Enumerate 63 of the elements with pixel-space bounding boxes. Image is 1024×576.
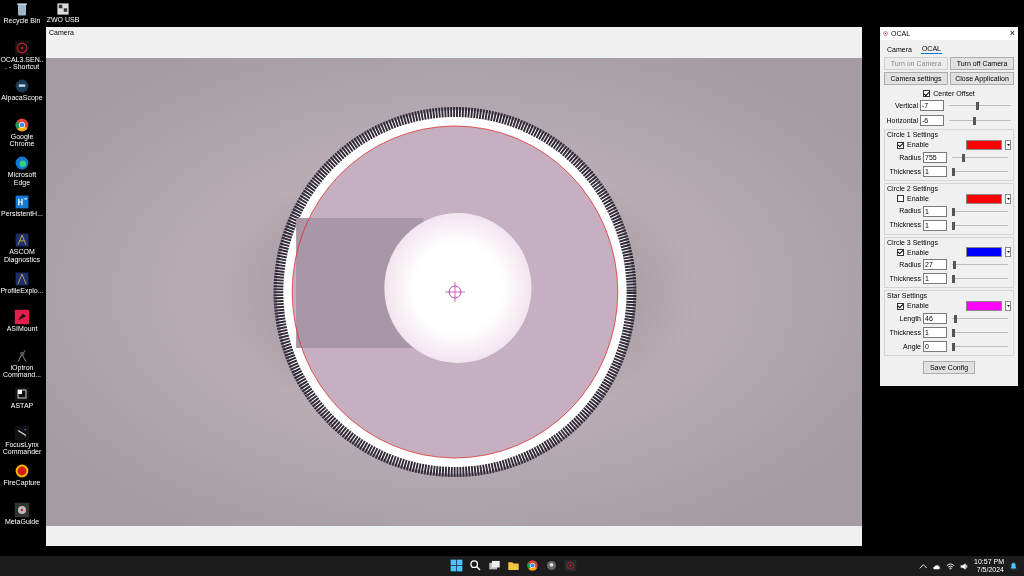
app-icon bbox=[56, 2, 70, 16]
slider-thumb[interactable] bbox=[952, 343, 956, 352]
color-swatch[interactable] bbox=[966, 247, 1002, 258]
slider-thumb[interactable] bbox=[952, 221, 956, 230]
slider-track[interactable] bbox=[952, 206, 1008, 216]
slider-thumb[interactable] bbox=[952, 168, 956, 177]
dropdown-button[interactable] bbox=[1005, 193, 1011, 204]
target-icon bbox=[883, 31, 888, 36]
edge-logo-icon bbox=[14, 155, 30, 171]
slider-thumb[interactable] bbox=[975, 102, 979, 111]
slider-track[interactable] bbox=[952, 342, 1008, 352]
trash-bin-icon bbox=[14, 1, 30, 17]
slider-track[interactable] bbox=[952, 220, 1008, 230]
app-icon[interactable] bbox=[545, 559, 558, 572]
slider-track[interactable] bbox=[949, 116, 1011, 126]
slider-thumb[interactable] bbox=[952, 329, 956, 338]
checkbox[interactable] bbox=[923, 90, 931, 98]
slider-track[interactable] bbox=[952, 260, 1008, 270]
compass-icon bbox=[14, 270, 30, 287]
checkbox[interactable] bbox=[897, 195, 904, 203]
chrome-logo-icon[interactable] bbox=[526, 559, 539, 572]
app-icon bbox=[14, 386, 30, 402]
caret-icon bbox=[1006, 197, 1010, 200]
slider-track[interactable] bbox=[952, 274, 1008, 284]
folder-icon[interactable] bbox=[507, 559, 520, 572]
target-icon bbox=[14, 39, 30, 56]
slider-track[interactable] bbox=[952, 314, 1008, 324]
app-icon bbox=[14, 424, 30, 441]
slider-track[interactable] bbox=[952, 328, 1008, 338]
dropdown-button[interactable] bbox=[1005, 140, 1011, 151]
app-icon bbox=[14, 501, 30, 518]
bell-icon[interactable] bbox=[1009, 561, 1018, 571]
checkbox[interactable] bbox=[897, 141, 904, 149]
chrome-logo-icon bbox=[14, 116, 30, 133]
checkbox[interactable] bbox=[897, 248, 904, 256]
slider-track[interactable] bbox=[952, 153, 1008, 163]
slider-thumb[interactable] bbox=[962, 154, 966, 163]
color-swatch[interactable] bbox=[966, 193, 1002, 204]
app-icon bbox=[14, 193, 30, 210]
wifi-icon[interactable] bbox=[946, 561, 956, 571]
close-button[interactable]: × bbox=[1009, 29, 1015, 38]
caret-icon bbox=[1006, 144, 1010, 147]
slider-track[interactable] bbox=[952, 167, 1008, 177]
slider-thumb[interactable] bbox=[952, 207, 956, 216]
checkbox[interactable] bbox=[897, 302, 904, 310]
app-icon bbox=[14, 463, 30, 479]
slider-thumb[interactable] bbox=[953, 261, 957, 270]
speaker-icon[interactable] bbox=[960, 561, 970, 571]
compass-icon bbox=[14, 232, 30, 248]
dropdown-button[interactable] bbox=[1005, 301, 1011, 312]
color-swatch[interactable] bbox=[966, 140, 1002, 151]
task-view-icon[interactable] bbox=[488, 559, 501, 572]
chevron-up-icon[interactable] bbox=[918, 561, 928, 571]
search-icon[interactable] bbox=[469, 559, 482, 572]
windows-start-icon[interactable] bbox=[450, 559, 463, 572]
color-swatch[interactable] bbox=[966, 301, 1002, 312]
slider-thumb[interactable] bbox=[972, 117, 976, 126]
slider-thumb[interactable] bbox=[953, 315, 957, 324]
caret-icon bbox=[1006, 305, 1010, 308]
slider-thumb[interactable] bbox=[952, 275, 956, 284]
slider-track[interactable] bbox=[949, 101, 1011, 111]
caret-icon bbox=[1006, 251, 1010, 254]
dropdown-button[interactable] bbox=[1005, 247, 1011, 258]
